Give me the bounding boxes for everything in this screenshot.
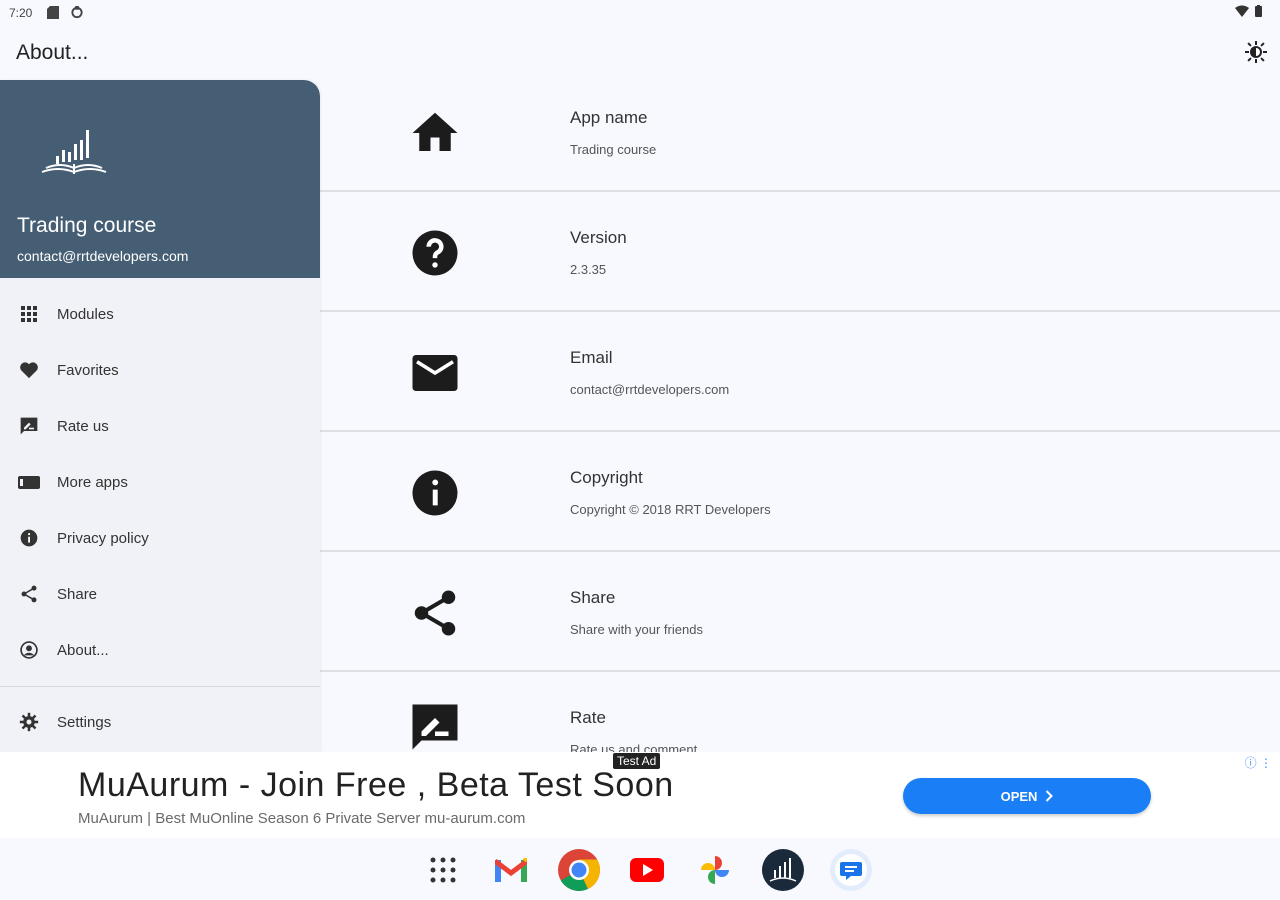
about-row-copyright[interactable]: Copyright Copyright © 2018 RRT Developer… xyxy=(320,432,1280,552)
about-row-email[interactable]: Email contact@rrtdevelopers.com xyxy=(320,312,1280,432)
app-drawer-icon[interactable] xyxy=(420,847,466,893)
menu-label: About... xyxy=(57,641,109,659)
menu-label: Privacy policy xyxy=(57,529,149,547)
drawer-header: Trading course contact@rrtdevelopers.com xyxy=(0,80,320,278)
menu-item-more-apps[interactable]: More apps xyxy=(0,458,320,506)
info-icon xyxy=(408,466,462,520)
app-logo xyxy=(41,130,107,174)
about-value: 2.3.35 xyxy=(570,262,607,277)
menu-item-rate-us[interactable]: Rate us xyxy=(0,402,320,450)
brightness-icon[interactable] xyxy=(1244,40,1268,64)
app-bar: About... xyxy=(0,28,1280,78)
about-value: Rate us and comment xyxy=(570,742,698,752)
ad-banner[interactable]: Test Ad MuAurum - Join Free , Beta Test … xyxy=(0,752,1280,838)
taskbar xyxy=(0,838,1280,900)
ad-subline: MuAurum | Best MuOnline Season 6 Private… xyxy=(78,810,526,827)
rate-review-icon xyxy=(408,700,462,752)
home-icon xyxy=(408,106,462,160)
battery-icon xyxy=(1255,5,1262,17)
page-title: About... xyxy=(16,41,89,64)
help-icon xyxy=(408,226,462,280)
about-label: Email xyxy=(570,348,613,367)
mail-icon xyxy=(408,346,462,400)
menu-item-settings[interactable]: Settings xyxy=(0,698,320,746)
about-label: Share xyxy=(570,588,616,607)
share-icon xyxy=(408,586,462,640)
menu-label: Modules xyxy=(57,305,114,323)
ad-open-button[interactable]: OPEN xyxy=(903,778,1151,814)
account-circle-icon xyxy=(18,639,40,661)
menu-label: Settings xyxy=(57,713,112,731)
about-value: Trading course xyxy=(570,142,657,157)
ad-open-label: OPEN xyxy=(1000,788,1038,804)
gmail-icon[interactable] xyxy=(488,847,534,893)
about-row-app-name[interactable]: App name Trading course xyxy=(320,72,1280,192)
about-label: App name xyxy=(570,108,648,127)
about-value: contact@rrtdevelopers.com xyxy=(570,382,730,397)
about-label: Rate xyxy=(570,708,606,727)
chevron-right-icon xyxy=(1046,790,1054,802)
shop-icon xyxy=(18,471,40,493)
about-row-share[interactable]: Share Share with your friends xyxy=(320,552,1280,672)
menu-item-about[interactable]: About... xyxy=(0,626,320,674)
heart-icon xyxy=(18,359,40,381)
about-label: Version xyxy=(570,228,627,247)
photos-icon[interactable] xyxy=(692,847,738,893)
menu-item-share[interactable]: Share xyxy=(0,570,320,618)
ad-choices-icon[interactable]: ⓘ ⋮ xyxy=(1245,754,1272,771)
about-list: App name Trading course Version 2.3.35 E… xyxy=(320,72,1280,752)
menu-label: Share xyxy=(57,585,98,603)
about-value: Share with your friends xyxy=(570,622,703,637)
drawer-divider xyxy=(0,686,320,687)
ad-headline[interactable]: MuAurum - Join Free , Beta Test Soon xyxy=(78,766,674,805)
trading-course-app-icon[interactable] xyxy=(760,847,806,893)
menu-item-favorites[interactable]: Favorites xyxy=(0,346,320,394)
about-row-version[interactable]: Version 2.3.35 xyxy=(320,192,1280,312)
info-icon xyxy=(18,527,40,549)
about-label: Copyright xyxy=(570,468,643,487)
drawer-app-name: Trading course xyxy=(17,214,157,237)
menu-item-modules[interactable]: Modules xyxy=(0,290,320,338)
grid-icon xyxy=(18,303,40,325)
sync-icon xyxy=(71,6,83,19)
navigation-drawer: Trading course contact@rrtdevelopers.com… xyxy=(0,80,320,752)
menu-label: Rate us xyxy=(57,417,109,435)
menu-item-privacy-policy[interactable]: Privacy policy xyxy=(0,514,320,562)
menu-label: Favorites xyxy=(57,361,119,379)
about-value: Copyright © 2018 RRT Developers xyxy=(570,502,771,517)
share-icon xyxy=(18,583,40,605)
status-bar: 7:20 xyxy=(0,0,1280,26)
messages-icon[interactable] xyxy=(828,847,874,893)
wifi-icon xyxy=(1235,5,1249,17)
gear-icon xyxy=(18,711,40,733)
about-row-rate[interactable]: Rate Rate us and comment xyxy=(320,672,1280,752)
youtube-icon[interactable] xyxy=(624,847,670,893)
rate-review-icon xyxy=(18,415,40,437)
sd-card-icon xyxy=(47,6,59,19)
status-time: 7:20 xyxy=(9,6,33,20)
app-dock xyxy=(420,846,874,894)
chrome-icon[interactable] xyxy=(556,847,602,893)
menu-label: More apps xyxy=(57,473,128,491)
drawer-email: contact@rrtdevelopers.com xyxy=(17,248,189,264)
